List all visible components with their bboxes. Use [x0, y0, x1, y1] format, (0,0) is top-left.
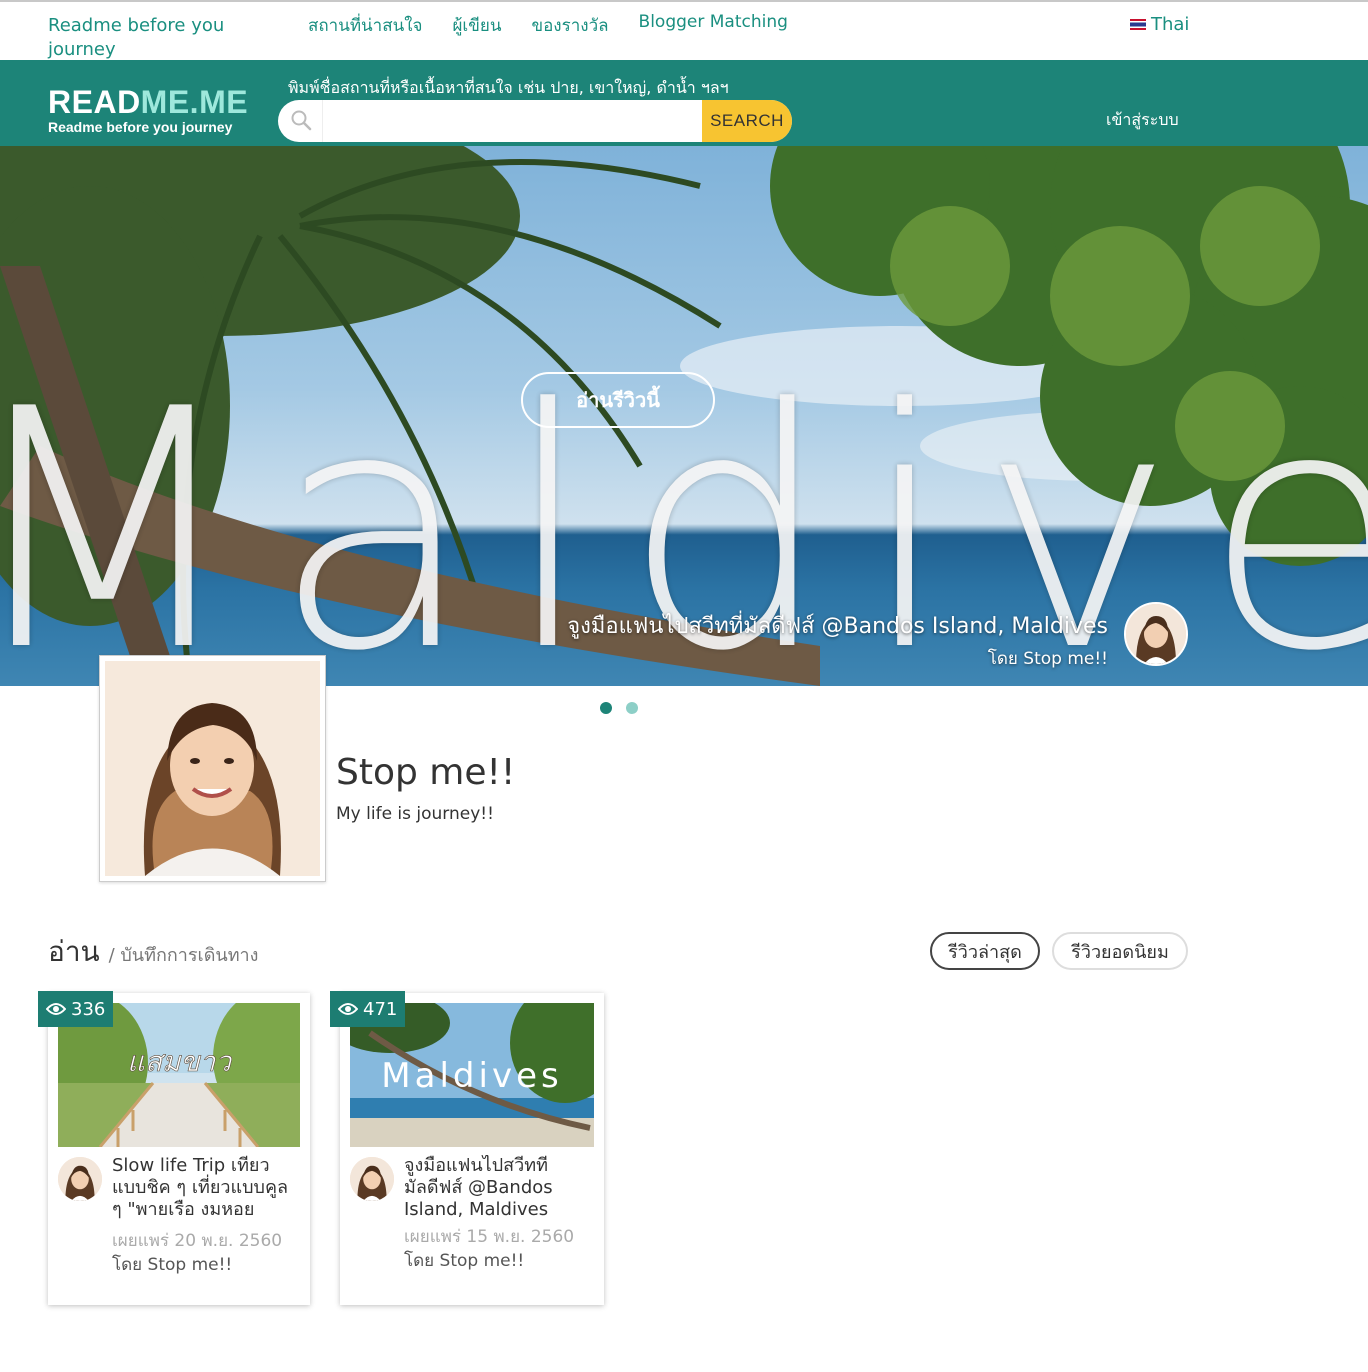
card-date: เผยแพร่ 15 พ.ย. 2560 — [404, 1227, 575, 1247]
card-title[interactable]: จูงมือแฟนไปสวีทที่มัลดีฟส์ @Bandos Islan… — [404, 1155, 590, 1221]
thai-flag-icon — [1130, 19, 1146, 30]
card-author-avatar[interactable] — [58, 1157, 102, 1201]
profile-avatar — [105, 661, 320, 876]
card-thumbnail-text: แสมขาว — [127, 1045, 233, 1078]
logo-subtitle: Readme before you journey — [48, 119, 233, 135]
profile-bio: My life is journey!! — [336, 804, 494, 824]
language-selector[interactable]: Thai — [1130, 14, 1189, 35]
eye-icon — [46, 1003, 66, 1015]
search-hint: พิมพ์ชื่อสถานที่หรือเนื้อหาที่สนใจ เช่น … — [288, 78, 729, 97]
view-count-badge: 471 — [330, 991, 406, 1027]
nav-blogger-matching[interactable]: Blogger Matching — [639, 12, 788, 39]
view-count: 336 — [71, 998, 106, 1020]
search-box: SEARCH — [278, 100, 792, 142]
slider-dot-1[interactable] — [600, 702, 612, 714]
card-author-avatar[interactable] — [350, 1157, 394, 1201]
hero-caption-title: จูงมือแฟนไปสวีทที่มัลดีฟส์ @Bandos Islan… — [567, 614, 1108, 639]
logo-accent: ME.ME — [140, 84, 249, 120]
top-nav: สถานที่น่าสนใจ ผู้เขียน ของรางวัล Blogge… — [308, 12, 788, 39]
language-label: Thai — [1151, 14, 1190, 35]
eye-icon — [338, 1003, 358, 1015]
tagline-link[interactable]: Readme before you journey — [48, 14, 248, 62]
card-author: โดย Stop me!! — [404, 1251, 525, 1271]
card-author: โดย Stop me!! — [112, 1255, 233, 1275]
hero-caption-author: โดย Stop me!! — [987, 649, 1108, 669]
logo[interactable]: README.ME Readme before you journey — [48, 86, 248, 136]
section-subtitle: / บันทึกการเดินทาง — [108, 945, 259, 966]
view-count: 471 — [363, 998, 398, 1020]
login-link[interactable]: เข้าสู่ระบบ — [1106, 108, 1179, 133]
section-title: อ่าน / บันทึกการเดินทาง — [48, 930, 258, 974]
card-thumbnail-text: Maldives — [381, 1056, 562, 1096]
search-button[interactable]: SEARCH — [702, 100, 792, 142]
logo-main: READ — [48, 84, 141, 120]
filter-popular-button[interactable]: รีวิวยอดนิยม — [1052, 932, 1188, 970]
profile-name: Stop me!! — [336, 752, 516, 793]
filter-latest-button[interactable]: รีวิวล่าสุด — [930, 932, 1040, 970]
card-date: เผยแพร่ 20 พ.ย. 2560 — [112, 1231, 283, 1251]
header: README.ME Readme before you journey พิมพ… — [0, 60, 1368, 146]
review-card[interactable]: 336 แสมขาว Slow life Trip เที่ยวแบบชิค ๆ… — [38, 991, 310, 1305]
nav-rewards[interactable]: ของรางวัล — [531, 12, 608, 39]
nav-writers[interactable]: ผู้เขียน — [452, 12, 501, 39]
card-title[interactable]: Slow life Trip เที่ยวแบบชิค ๆ เที่ยวแบบค… — [112, 1155, 298, 1221]
profile-photo — [99, 655, 326, 882]
top-bar: Readme before you journey สถานที่น่าสนใจ… — [0, 0, 1368, 60]
hero-caption[interactable]: จูงมือแฟนไปสวีทที่มัลดีฟส์ @Bandos Islan… — [567, 608, 1108, 672]
hero-author-avatar[interactable] — [1124, 602, 1188, 666]
review-card[interactable]: 471 Maldives จูงมือแฟนไปสวีทที่มัลดีฟส์ … — [330, 991, 604, 1305]
slider-dot-2[interactable] — [626, 702, 638, 714]
section-title-main: อ่าน — [48, 935, 100, 968]
nav-places[interactable]: สถานที่น่าสนใจ — [308, 12, 422, 39]
search-icon — [291, 110, 312, 131]
view-count-badge: 336 — [38, 991, 114, 1027]
hero-banner: Maldives อ่านรีวิวนี้ จูงมือแฟนไปสวีทที่… — [0, 146, 1368, 686]
search-input[interactable] — [322, 100, 702, 142]
read-review-button[interactable]: อ่านรีวิวนี้ — [521, 372, 715, 428]
slider-dots — [600, 702, 638, 714]
